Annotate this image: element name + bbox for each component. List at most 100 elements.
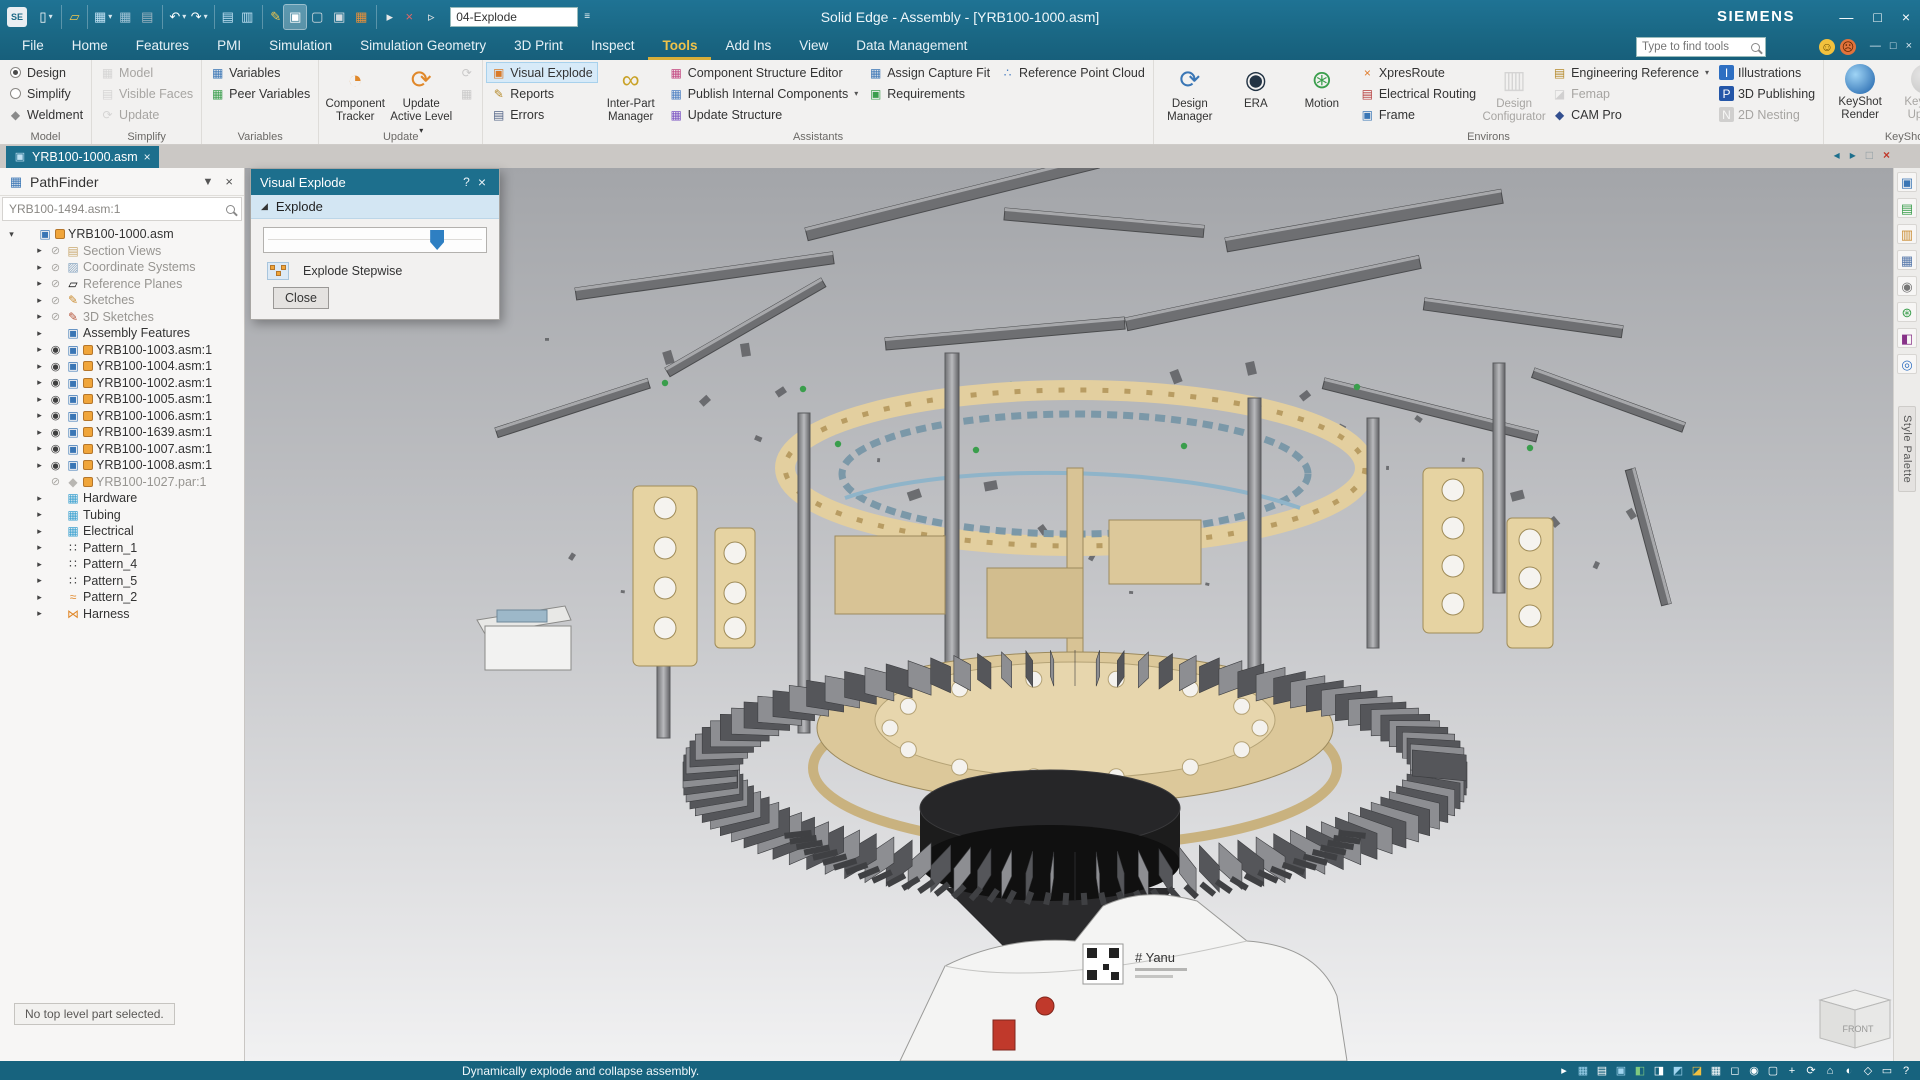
zoom-icon[interactable]: ◉ <box>1746 1063 1762 1079</box>
tree-item[interactable]: ▸ ∷ Pattern_5 <box>6 573 244 590</box>
visibility-eye-icon[interactable]: ⊘ <box>48 244 63 257</box>
tree-item[interactable]: ▸ ◉ ▣ YRB100-1008.asm:1 <box>6 457 244 474</box>
update-all-button[interactable]: ⟳ <box>454 64 479 82</box>
expand-arrow-icon[interactable]: ▸ <box>34 427 45 438</box>
save-button[interactable]: ▦ <box>87 4 114 29</box>
tree-item[interactable]: ▸ ◉ ▣ YRB100-1005.asm:1 <box>6 391 244 408</box>
menu-tab[interactable]: Inspect <box>577 33 649 60</box>
minimize-button[interactable]: — <box>1839 9 1853 25</box>
app-logo-icon[interactable]: SE <box>7 6 27 27</box>
dialog-help-button[interactable]: ? <box>459 175 474 189</box>
restore-document-button[interactable]: □ <box>1866 148 1873 162</box>
menu-tab[interactable]: Data Management <box>842 33 981 60</box>
close-document-button[interactable]: × <box>1883 148 1890 162</box>
undo-button[interactable]: ↶ <box>162 4 188 29</box>
named-views-icon[interactable]: ⌂ <box>1822 1063 1838 1079</box>
keyshot-render-button[interactable]: KeyShot Render <box>1827 62 1893 122</box>
customize-qat-icon[interactable]: ≡ <box>584 11 590 22</box>
explode-slider[interactable] <box>263 227 487 253</box>
dialog-close-icon[interactable]: × <box>474 174 490 190</box>
select-prior-button[interactable]: ▹ <box>420 5 442 29</box>
layers-tab-icon[interactable]: ▦ <box>1897 250 1917 270</box>
help-icon[interactable]: ? <box>1898 1063 1914 1079</box>
design-configurator-button[interactable]: ▥ Design Configurator <box>1481 62 1547 124</box>
expand-arrow-icon[interactable]: ▸ <box>34 278 45 289</box>
explode-slider-handle[interactable] <box>430 230 445 250</box>
redo-button[interactable]: ↷ <box>188 5 210 29</box>
grid-options-button[interactable]: ▦ <box>350 5 372 29</box>
explode-stepwise-icon[interactable] <box>267 262 289 280</box>
select-visible-button[interactable]: ▸ <box>376 4 398 29</box>
pathfinder-tab-icon[interactable]: ▤ <box>1897 198 1917 218</box>
close-pathfinder-icon[interactable]: × <box>222 174 236 189</box>
frame-button[interactable]: ▣ Frame <box>1355 104 1481 125</box>
view-styles-icon[interactable]: ◐ <box>1841 1063 1857 1079</box>
expand-arrow-icon[interactable]: ▸ <box>34 608 45 619</box>
cam-pro-button[interactable]: ◆ CAM Pro <box>1547 104 1714 125</box>
restore-button[interactable]: □ <box>1873 9 1881 25</box>
tree-item[interactable]: ▸ ⊘ ▨ Coordinate Systems <box>6 259 244 276</box>
expand-arrow-icon[interactable]: ▸ <box>34 592 45 603</box>
expand-arrow-icon[interactable]: ▸ <box>34 542 45 553</box>
expand-arrow-icon[interactable]: ▸ <box>34 262 45 273</box>
sketch-display-icon[interactable]: ▦ <box>1575 1063 1591 1079</box>
open-button[interactable]: ▱ <box>61 4 83 29</box>
style-palette-tab[interactable]: Style Palette <box>1898 406 1916 493</box>
tree-item[interactable]: ▸ ⋈ Harness <box>6 606 244 623</box>
deselect-set-button[interactable]: × <box>398 5 420 29</box>
visibility-eye-icon[interactable]: ◉ <box>48 426 63 439</box>
era-button[interactable]: ◉ ERA <box>1223 62 1289 111</box>
component-structure-editor-button[interactable]: ▦ Component Structure Editor <box>664 62 864 83</box>
expand-arrow-icon[interactable]: ▸ <box>34 575 45 586</box>
visibility-eye-icon[interactable]: ◉ <box>48 409 63 422</box>
tree-item[interactable]: ▾ ▣ YRB100-1000.asm <box>6 226 244 243</box>
visibility-eye-icon[interactable]: ◉ <box>48 442 63 455</box>
save-all-button[interactable]: ▦ <box>114 5 136 29</box>
publish-internal-components-button[interactable]: ▦ Publish Internal Components <box>664 83 864 104</box>
expand-arrow-icon[interactable]: ▸ <box>34 245 45 256</box>
selection-sets-tab-icon[interactable]: ◧ <box>1897 328 1917 348</box>
menu-tab[interactable]: Add Ins <box>711 33 785 60</box>
reports-button[interactable]: ✎ Reports <box>486 83 597 104</box>
model-button[interactable]: ▦ Model <box>95 62 198 83</box>
menu-tab[interactable]: View <box>785 33 842 60</box>
library-tab-icon[interactable]: ▥ <box>1897 224 1917 244</box>
inter-part-manager-button[interactable]: ∞ Inter-Part Manager <box>598 62 664 124</box>
quick-view-cube-icon[interactable]: ▣ <box>1897 172 1917 192</box>
xpresroute-button[interactable]: × XpresRoute <box>1355 62 1481 83</box>
visibility-eye-icon[interactable]: ◉ <box>48 343 63 356</box>
visibility-eye-icon[interactable]: ◉ <box>48 459 63 472</box>
expand-arrow-icon[interactable]: ▸ <box>34 460 45 471</box>
tree-item[interactable]: ▸ ◉ ▣ YRB100-1639.asm:1 <box>6 424 244 441</box>
perspective-icon[interactable]: ◇ <box>1860 1063 1876 1079</box>
errors-button[interactable]: ▤ Errors <box>486 104 597 125</box>
component-tracker-button[interactable]: ◔ Component Tracker <box>322 62 388 124</box>
simulate-tab-icon[interactable]: ⊛ <box>1897 302 1917 322</box>
variables-button[interactable]: ▦ Variables <box>205 62 315 83</box>
construction-display-icon[interactable]: ◧ <box>1632 1063 1648 1079</box>
tree-item[interactable]: ▸ ⊘ ✎ Sketches <box>6 292 244 309</box>
doc-minimize-button[interactable]: — <box>1870 40 1881 52</box>
peer-variables-button[interactable]: ▦ Peer Variables <box>205 83 315 104</box>
expand-arrow-icon[interactable]: ▸ <box>34 509 45 520</box>
visibility-eye-icon[interactable]: ◉ <box>48 376 63 389</box>
document-tab[interactable]: ▣ YRB100-1000.asm × <box>6 146 159 168</box>
expand-arrow-icon[interactable]: ▸ <box>34 344 45 355</box>
doc-restore-button[interactable]: □ <box>1890 40 1897 52</box>
print-button[interactable]: ▤ <box>136 5 158 29</box>
feedback-happy-icon[interactable]: ☺ <box>1819 39 1835 55</box>
3d-publishing-button[interactable]: P 3D Publishing <box>1714 83 1820 104</box>
electrical-routing-button[interactable]: ▤ Electrical Routing <box>1355 83 1481 104</box>
tree-item[interactable]: ▸ ◉ ▣ YRB100-1004.asm:1 <box>6 358 244 375</box>
menu-tab[interactable]: 3D Print <box>500 33 577 60</box>
menu-tab[interactable]: Simulation Geometry <box>346 33 500 60</box>
planes-display-icon[interactable]: ◩ <box>1670 1063 1686 1079</box>
tree-item[interactable]: ▸ ◉ ▣ YRB100-1007.asm:1 <box>6 441 244 458</box>
expand-arrow-icon[interactable]: ▸ <box>34 443 45 454</box>
illustrations-button[interactable]: I Illustrations <box>1714 62 1820 83</box>
expand-arrow-icon[interactable]: ▸ <box>34 559 45 570</box>
dimensions-display-icon[interactable]: ▤ <box>1594 1063 1610 1079</box>
update-active-level-button[interactable]: ⟳ Update Active Level <box>388 62 454 138</box>
visibility-eye-icon[interactable]: ⊘ <box>48 294 63 307</box>
assign-capture-fit-button[interactable]: ▦ Assign Capture Fit <box>863 62 995 83</box>
